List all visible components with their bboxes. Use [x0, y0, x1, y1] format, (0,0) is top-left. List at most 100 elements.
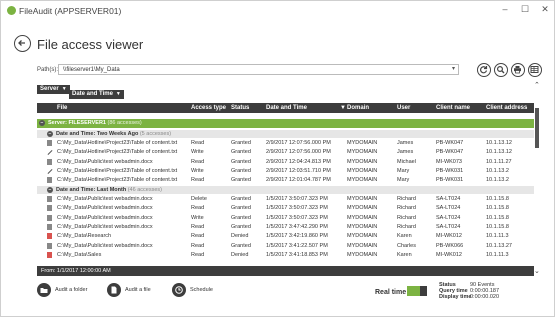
- cell-status: Granted: [231, 140, 251, 146]
- cell-date-time: 1/5/2017 3:50:07.323 PM: [266, 214, 328, 221]
- date-group-row[interactable]: − Date and Time: Two Weeks Ago (5 accesse…: [37, 130, 534, 138]
- cell-access-type: Write: [191, 149, 204, 156]
- maximize-button[interactable]: ☐: [520, 4, 530, 15]
- cell-access-type: Write: [191, 167, 204, 174]
- cell-file: C:\My_Data\Public\test webadmin.docx: [57, 223, 153, 230]
- scroll-up-icon[interactable]: ⌃: [534, 81, 540, 89]
- cell-client-name: PB-WK031: [436, 177, 464, 184]
- cell-client-name: SA-LT024: [436, 223, 461, 230]
- col-client-address[interactable]: Client address: [486, 105, 527, 111]
- col-access-type[interactable]: Access type: [191, 105, 226, 111]
- cell-status: Granted: [231, 158, 251, 165]
- scroll-thumb[interactable]: [535, 108, 539, 148]
- cell-status: Granted: [231, 167, 251, 174]
- col-user[interactable]: User: [397, 105, 410, 111]
- table-row[interactable]: C:\My_Data\Research Read Denied 1/5/2017 3:…: [37, 232, 534, 241]
- cell-access-type: Write: [191, 214, 204, 221]
- title-bar: FileAudit (APPSERVER01) – ☐ ✕: [1, 1, 554, 21]
- cell-client-address: 10.1.11.3: [486, 251, 509, 258]
- clock-icon: [175, 286, 183, 294]
- cell-date-time: 1/5/2017 3:41:18.853 PM: [266, 251, 328, 258]
- scroll-down-icon[interactable]: ⌄: [534, 267, 540, 275]
- close-button[interactable]: ✕: [540, 4, 550, 15]
- cell-domain: MYDOMAIN: [347, 196, 378, 202]
- collapse-icon[interactable]: −: [47, 131, 53, 137]
- cell-access-type: Read: [191, 233, 205, 240]
- schedule-label[interactable]: Schedule: [190, 287, 213, 293]
- cell-date-time: 1/5/2017 3:47:42.290 PM: [266, 223, 328, 230]
- table-row[interactable]: C:\My_Data\Public\test webadmin.docx Read…: [37, 223, 534, 232]
- search-button[interactable]: [494, 63, 508, 77]
- vertical-scrollbar[interactable]: [534, 103, 541, 266]
- group-chip-datetime-label: Date and Time: [72, 91, 113, 97]
- group-chip-datetime[interactable]: Date and Time ▼: [69, 90, 124, 99]
- table-row[interactable]: C:\My_Data\Public\test webadmin.docx Read…: [37, 242, 534, 251]
- back-button[interactable]: [14, 35, 31, 52]
- cell-access-type: Read: [191, 251, 205, 258]
- search-icon: [496, 65, 505, 74]
- cell-user: Mary: [397, 167, 410, 174]
- audit-file-button[interactable]: [107, 283, 121, 297]
- table-row[interactable]: C:\My_Data\Hotline\Project23\Table of co…: [37, 176, 534, 185]
- cell-date-time: 1/5/2017 3:42:19.860 PM: [266, 233, 328, 240]
- export-button[interactable]: [528, 63, 542, 77]
- date-group-count: (5 accesses): [139, 131, 172, 137]
- denied-file-icon: [47, 251, 52, 258]
- table-row[interactable]: C:\My_Data\Hotline\Project23\Table of co…: [37, 139, 534, 148]
- collapse-icon[interactable]: −: [47, 187, 53, 193]
- col-date-time[interactable]: Date and Time: [266, 105, 307, 111]
- cell-date-time: 1/5/2017 3:50:07.323 PM: [266, 196, 328, 202]
- cell-date-time: 2/9/2017 12:07:56.000 PM: [266, 149, 331, 156]
- col-file[interactable]: File: [57, 105, 67, 111]
- refresh-icon: [480, 66, 488, 74]
- cell-client-name: PB-WK066: [436, 242, 464, 249]
- schedule-button[interactable]: [172, 283, 186, 297]
- path-value: \\fileserver1\My_Data: [63, 67, 120, 73]
- refresh-button[interactable]: [477, 63, 491, 77]
- cell-status: Granted: [231, 196, 251, 202]
- grid-status-bar: From: 1/1/2017 12:00:00 AM: [37, 266, 534, 276]
- chevron-down-icon: ▼: [61, 86, 67, 92]
- cell-file: C:\My_Data\Public\test webadmin.docx: [57, 205, 153, 212]
- file-icon: [47, 177, 52, 184]
- col-domain[interactable]: Domain: [347, 105, 369, 111]
- minimize-button[interactable]: –: [500, 4, 510, 15]
- cell-client-address: 10.1.13.27: [486, 242, 512, 249]
- cell-domain: MYDOMAIN: [347, 214, 378, 221]
- table-row[interactable]: C:\My_Data\Hotline\Project23\Table of co…: [37, 148, 534, 157]
- cell-client-address: 10.1.15.8: [486, 214, 509, 221]
- page-title: File access viewer: [37, 37, 144, 52]
- file-icon: [47, 140, 52, 146]
- table-row[interactable]: C:\My_Data\Public\test webadmin.docx Read…: [37, 158, 534, 167]
- cell-date-time: 2/9/2017 12:04:24.813 PM: [266, 158, 331, 165]
- cell-client-address: 10.1.15.8: [486, 223, 509, 230]
- table-row[interactable]: C:\My_Data\Sales Read Denied 1/5/2017 3:41:…: [37, 251, 534, 260]
- path-input[interactable]: \\fileserver1\My_Data ▾: [58, 64, 459, 75]
- col-client-name[interactable]: Client name: [436, 105, 470, 111]
- cell-user: Mary: [397, 177, 410, 184]
- group-chip-server[interactable]: Server ▼: [37, 85, 70, 94]
- server-group-count: (86 accesses): [107, 120, 142, 126]
- date-group-row[interactable]: − Date and Time: Last Month (46 accesses): [37, 186, 534, 194]
- collapse-icon[interactable]: −: [39, 120, 45, 126]
- table-row[interactable]: C:\My_Data\Public\test webadmin.docx Dele…: [37, 195, 534, 204]
- table-row[interactable]: C:\My_Data\Public\test webadmin.docx Writ…: [37, 214, 534, 223]
- col-status[interactable]: Status: [231, 105, 249, 111]
- table-row[interactable]: C:\My_Data\Hotline\Project23\Table of co…: [37, 167, 534, 176]
- print-icon: [514, 66, 521, 74]
- file-icon: [47, 214, 52, 221]
- cell-file: C:\My_Data\Hotline\Project23\Table of co…: [57, 177, 178, 184]
- cell-user: Richard: [397, 205, 416, 212]
- print-button[interactable]: [511, 63, 525, 77]
- realtime-toggle[interactable]: [407, 286, 427, 296]
- table-row[interactable]: C:\My_Data\Public\test webadmin.docx Read…: [37, 204, 534, 213]
- audit-file-label[interactable]: Audit a file: [125, 287, 151, 293]
- audit-folder-button[interactable]: [37, 283, 51, 297]
- cell-file: C:\My_Data\Sales: [57, 251, 102, 258]
- audit-folder-label[interactable]: Audit a folder: [55, 287, 87, 293]
- cell-client-name: SA-LT024: [436, 196, 461, 202]
- cell-access-type: Read: [191, 177, 205, 184]
- path-dropdown-icon[interactable]: ▾: [452, 65, 455, 73]
- server-group-row[interactable]: − Server: FILESERVER1 (86 accesses): [37, 119, 534, 128]
- cell-access-type: Read: [191, 158, 205, 165]
